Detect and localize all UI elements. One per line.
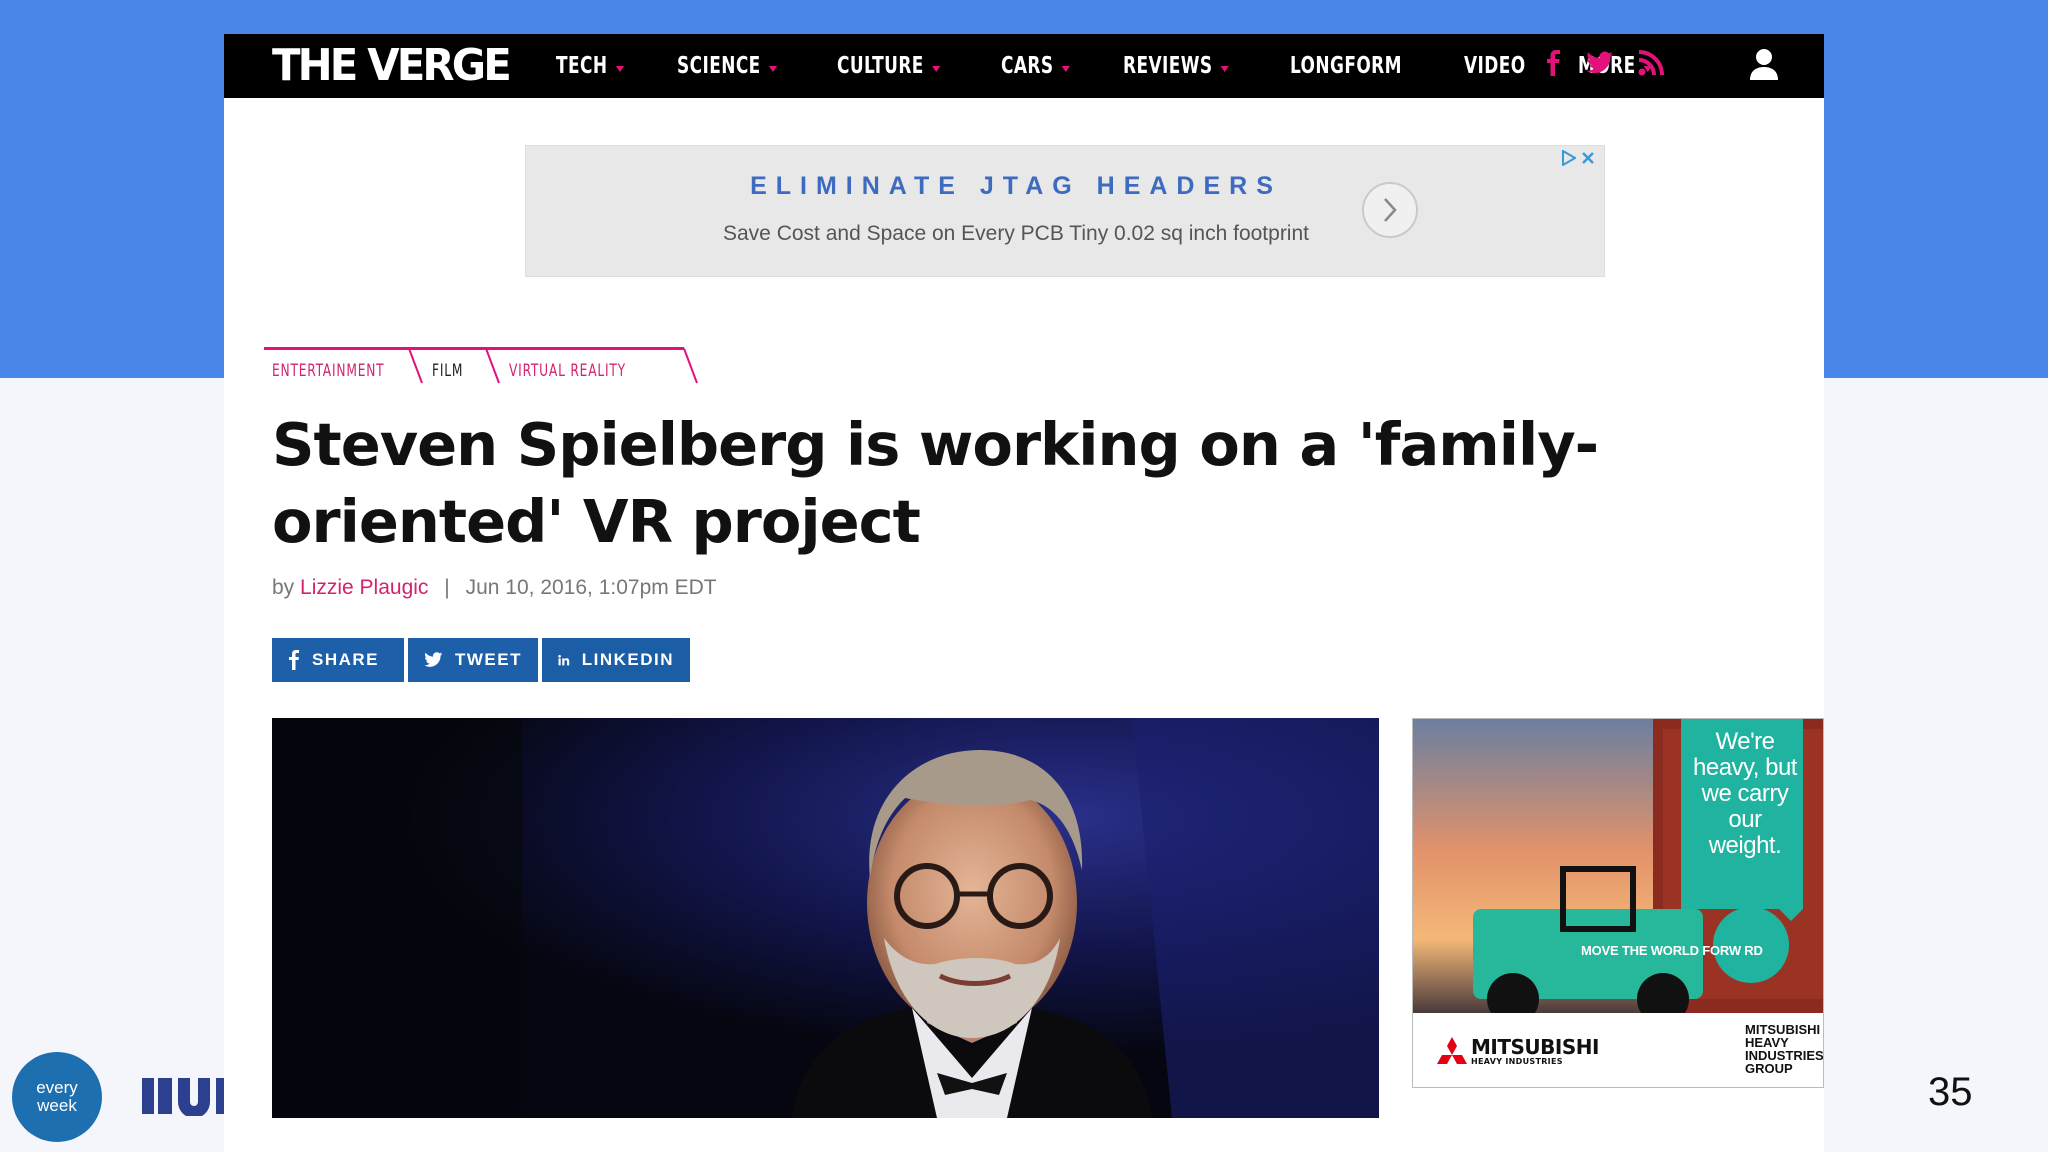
ad-headline: ELIMINATE JTAG HEADERS — [750, 172, 1282, 200]
breadcrumb-virtual-reality[interactable]: VIRTUAL REALITY — [509, 361, 626, 381]
slide-page-number: 35 — [1928, 1070, 1973, 1114]
linkedin-label: LINKEDIN — [581, 650, 674, 669]
byline-separator: | — [444, 576, 450, 599]
breadcrumb-entertainment[interactable]: ENTERTAINMENT — [272, 361, 384, 381]
side-ad-group: MITSUBISHI HEAVY INDUSTRIES GROUP — [1745, 1022, 1824, 1076]
footer-logo-text: every week — [36, 1078, 78, 1115]
nav-item-label: VIDEO — [1464, 53, 1527, 79]
author-link[interactable]: Lizzie Plaugic — [300, 576, 428, 599]
twitter-icon[interactable] — [1586, 51, 1614, 75]
nav-item-reviews[interactable]: REVIEWS — [1123, 53, 1229, 79]
breadcrumb: ENTERTAINMENT FILM VIRTUAL REALITY — [264, 349, 724, 389]
nav-item-label: SCIENCE — [676, 53, 761, 79]
chevron-down-icon — [768, 66, 777, 72]
tweet-button[interactable]: TWEET — [408, 638, 538, 682]
rss-icon[interactable] — [1638, 50, 1664, 76]
facebook-share-button[interactable]: SHARE — [272, 638, 404, 682]
nav-item-tech[interactable]: TECH — [556, 53, 624, 79]
side-ad-brand-sub: HEAVY INDUSTRIES — [1471, 1057, 1563, 1066]
ad-choices — [1560, 149, 1596, 171]
facebook-icon[interactable] — [1544, 50, 1562, 76]
university-logo-icon — [142, 1078, 224, 1116]
ad-subtext: Save Cost and Space on Every PCB Tiny 0.… — [723, 222, 1309, 245]
nav-item-longform[interactable]: LONGFORM — [1290, 53, 1402, 79]
chevron-down-icon — [1061, 66, 1070, 72]
share-bar: SHARE TWEET LINKEDIN — [272, 638, 690, 682]
share-label: SHARE — [312, 650, 380, 669]
linkedin-icon — [558, 654, 570, 666]
side-ad[interactable]: We're heavy, but we carry our weight. MO… — [1412, 718, 1824, 1088]
breadcrumb-film[interactable]: FILM — [432, 361, 463, 381]
nav-menu: TECH SCIENCE CULTURE CARS REVIEWS LONGFORM VID… — [556, 34, 1706, 98]
nav-item-video[interactable]: VIDEO — [1464, 53, 1526, 79]
nav-item-label: LONGFORM — [1289, 53, 1402, 79]
mitsubishi-logo-icon — [1437, 1037, 1467, 1064]
article-title: Steven Spielberg is working on a 'family… — [272, 410, 1599, 556]
nav-item-label: CULTURE — [836, 53, 924, 79]
chevron-down-icon — [1220, 66, 1229, 72]
article-byline: by Lizzie Plaugic | Jun 10, 2016, 1:07pm… — [272, 576, 717, 600]
publish-date: Jun 10, 2016, 1:07pm EDT — [465, 576, 717, 599]
nav-item-science[interactable]: SCIENCE — [677, 53, 777, 79]
nav-item-label: CARS — [1000, 53, 1054, 79]
byline-prefix: by — [272, 576, 295, 599]
chevron-down-icon — [615, 66, 624, 72]
every-week-logo: every week — [12, 1052, 102, 1142]
nav-item-label: TECH — [556, 53, 608, 79]
adchoices-icon[interactable] — [1560, 149, 1577, 171]
article-hero-image[interactable] — [272, 718, 1379, 1118]
user-account-icon[interactable] — [1748, 47, 1780, 86]
top-nav: THE VERGE TECH SCIENCE CULTURE CARS REVIEWS L… — [224, 34, 1824, 98]
chevron-down-icon — [931, 66, 941, 72]
nav-item-label: REVIEWS — [1122, 53, 1213, 79]
ad-banner[interactable]: ELIMINATE JTAG HEADERS Save Cost and Spa… — [525, 145, 1605, 277]
ad-next-button[interactable] — [1362, 182, 1418, 238]
close-icon[interactable] — [1580, 150, 1596, 171]
side-ad-tagline: We're heavy, but we carry our weight. — [1693, 728, 1797, 859]
side-ad-brand: MITSUBISHI — [1471, 1035, 1599, 1059]
nav-item-cars[interactable]: CARS — [1001, 53, 1070, 79]
site-logo[interactable]: THE VERGE — [272, 38, 512, 94]
facebook-icon — [289, 650, 299, 670]
nav-item-culture[interactable]: CULTURE — [836, 53, 941, 79]
browser-page: THE VERGE TECH SCIENCE CULTURE CARS REVIEWS L… — [224, 34, 1824, 1152]
tweet-label: TWEET — [455, 650, 522, 669]
twitter-icon — [424, 652, 443, 667]
side-ad-slogan: MOVE THE WORLD FORW RD — [1581, 943, 1763, 958]
linkedin-share-button[interactable]: LINKEDIN — [542, 638, 690, 682]
social-links — [1544, 50, 1664, 76]
